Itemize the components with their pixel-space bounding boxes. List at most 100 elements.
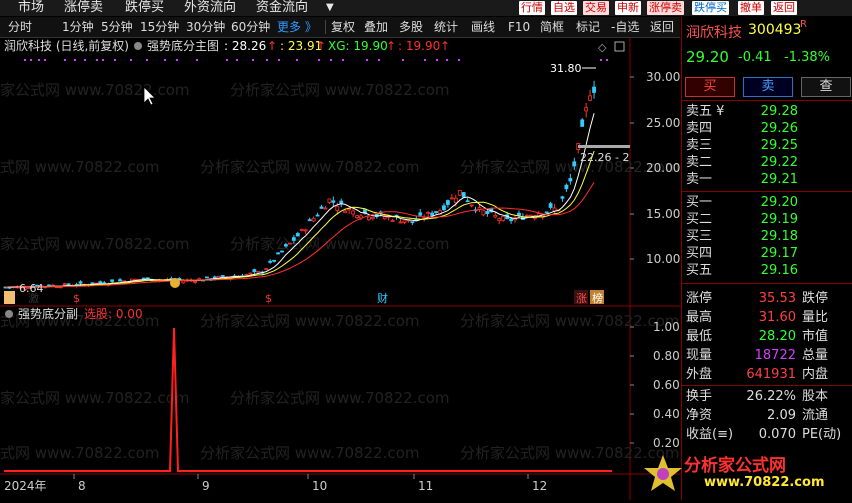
indicator-arrow-2: ↑: [316, 39, 326, 53]
candle-body: [426, 212, 431, 214]
watermark-text: 分析家公式网 www.70822.com: [0, 444, 160, 462]
sell-button[interactable]: 卖: [743, 77, 793, 97]
money-bag-icon[interactable]: [170, 278, 180, 288]
indicator-toggle-icon[interactable]: [134, 42, 142, 50]
sub-indicator-name[interactable]: 强势底分副: [18, 306, 78, 321]
buy-order-row[interactable]: 买三 29.18: [686, 228, 806, 245]
sell-order-row[interactable]: 卖三 29.25: [686, 137, 806, 154]
buy-order-row[interactable]: 买五 29.16: [686, 262, 806, 279]
signal-dot: [446, 59, 448, 61]
btn-overlay[interactable]: 叠加: [364, 17, 388, 37]
btn-mark[interactable]: 标记: [576, 17, 600, 37]
stat-value: 35.53: [758, 291, 796, 306]
signal-dot: [146, 59, 148, 61]
nav-market[interactable]: 市场: [18, 0, 44, 16]
btn-limit-down-buy[interactable]: 跌停买: [692, 1, 729, 15]
watermark-text: 分析家公式网 www.70822.com: [230, 389, 450, 407]
marker-limit[interactable]: 涨: [576, 292, 587, 305]
indicator-name[interactable]: 强势底分主图: [147, 38, 219, 53]
btn-limit-up-sell[interactable]: 涨停卖: [647, 1, 684, 15]
watermark-text: 分析家公式网 www.70822.com: [0, 158, 160, 176]
diamond-icon[interactable]: ◇: [598, 41, 607, 54]
candle-body: [78, 281, 83, 284]
nav-limit-down-buy[interactable]: 跌停买: [125, 0, 164, 16]
btn-draw-line[interactable]: 画线: [471, 17, 495, 37]
sell-order-row[interactable]: 卖二 29.22: [686, 154, 806, 171]
stat-value: 28.20: [758, 329, 796, 344]
stat-row: 外盘 641931 内盘: [686, 365, 850, 384]
candle-body: [118, 279, 122, 282]
candle-body: [390, 220, 395, 222]
period-more[interactable]: 更多 》: [277, 17, 317, 37]
buy-order-row[interactable]: 买四 29.17: [686, 245, 806, 262]
btn-f10[interactable]: F10: [508, 17, 530, 37]
nav-limit-up-sell[interactable]: 涨停卖: [64, 0, 103, 16]
moving-averages: [5, 113, 595, 288]
nav-more-arrow-icon[interactable]: ▼: [326, 0, 334, 16]
sell-order-row[interactable]: 卖一 29.21: [686, 171, 806, 188]
candle-body: [461, 192, 466, 198]
y-tick-sub: 1.00: [653, 320, 680, 334]
stat-label: 市值: [802, 329, 829, 344]
watermark-text: 分析家公式网 www.70822.com: [230, 81, 450, 99]
y-tick-main: 30.00: [646, 70, 680, 84]
signal-dot: [44, 59, 46, 61]
candle-body: [402, 220, 407, 223]
x-tick: 2024年: [4, 479, 47, 493]
period-30min[interactable]: 30分钟: [186, 17, 225, 37]
query-button[interactable]: 查: [801, 77, 851, 97]
sub-indicator-toggle-icon[interactable]: [5, 310, 13, 318]
marker-dollar[interactable]: $: [265, 292, 272, 305]
signal-dot: [102, 59, 104, 61]
candle-body: [220, 275, 225, 277]
y-tick-sub: 0.80: [653, 349, 680, 363]
btn-simple-frame[interactable]: 简框: [540, 17, 564, 37]
candle-body: [366, 216, 371, 221]
btn-statistics[interactable]: 统计: [434, 17, 458, 37]
stat-label: 涨停: [686, 291, 713, 306]
period-1min[interactable]: 1分钟: [62, 17, 94, 37]
btn-return[interactable]: 返回: [650, 17, 674, 37]
price-change-pct: -1.38%: [784, 50, 830, 65]
btn-new-ipo[interactable]: 申新: [615, 1, 641, 15]
candle-body: [311, 217, 316, 222]
signal-dots-row: [24, 59, 608, 61]
candle-body: [572, 161, 577, 167]
period-5min[interactable]: 5分钟: [101, 17, 133, 37]
btn-adjust[interactable]: 复权: [331, 17, 355, 37]
high-price-label: 31.80: [550, 62, 582, 75]
sub-indicator-value: 选股: 0.00: [84, 307, 143, 321]
logo-area: 分析家公式网 www.70822.com: [644, 447, 852, 500]
sell-order-row[interactable]: 卖五 ¥ 29.28: [686, 103, 806, 120]
buy-button[interactable]: 买: [685, 77, 735, 97]
marker-ji[interactable]: 激: [28, 291, 39, 305]
marker-rank[interactable]: 榜: [592, 291, 603, 305]
btn-remove-watchlist[interactable]: -自选: [611, 17, 639, 37]
order-price: 29.28: [760, 104, 798, 119]
kline-chart-area[interactable]: 分析家公式网 www.70822.com 分析家公式网 www.70822.co…: [0, 38, 680, 500]
marker-finance[interactable]: 财: [377, 291, 388, 305]
buy-order-row[interactable]: 买二 29.19: [686, 211, 806, 228]
nav-foreign-flow[interactable]: 外资流向: [184, 0, 236, 16]
signal-dot: [330, 59, 332, 61]
btn-cancel-order[interactable]: 撤单: [738, 1, 764, 15]
btn-return-top[interactable]: 返回: [771, 1, 797, 15]
kline-chart-svg[interactable]: 分析家公式网 www.70822.com 分析家公式网 www.70822.co…: [0, 38, 680, 500]
window-box-icon[interactable]: [614, 41, 625, 52]
sell-order-row[interactable]: 卖四 29.26: [686, 120, 806, 137]
stat-value: 18722: [754, 348, 796, 363]
buy-order-row[interactable]: 买一 29.20: [686, 194, 806, 211]
candle-body: [525, 215, 529, 217]
btn-quote[interactable]: 行情: [519, 1, 545, 15]
period-intraday[interactable]: 分时: [8, 17, 32, 37]
btn-trade[interactable]: 交易: [583, 1, 609, 15]
period-15min[interactable]: 15分钟: [140, 17, 179, 37]
period-60min[interactable]: 60分钟: [231, 17, 270, 37]
btn-watchlist[interactable]: 自选: [551, 1, 577, 15]
order-label: 卖三: [686, 138, 713, 153]
btn-multi-stock[interactable]: 多股: [399, 17, 423, 37]
stat-label: 内盘: [802, 367, 829, 382]
marker-dollar[interactable]: $: [73, 292, 80, 305]
nav-capital-flow[interactable]: 资金流向: [256, 0, 308, 16]
candle-body: [355, 215, 359, 219]
